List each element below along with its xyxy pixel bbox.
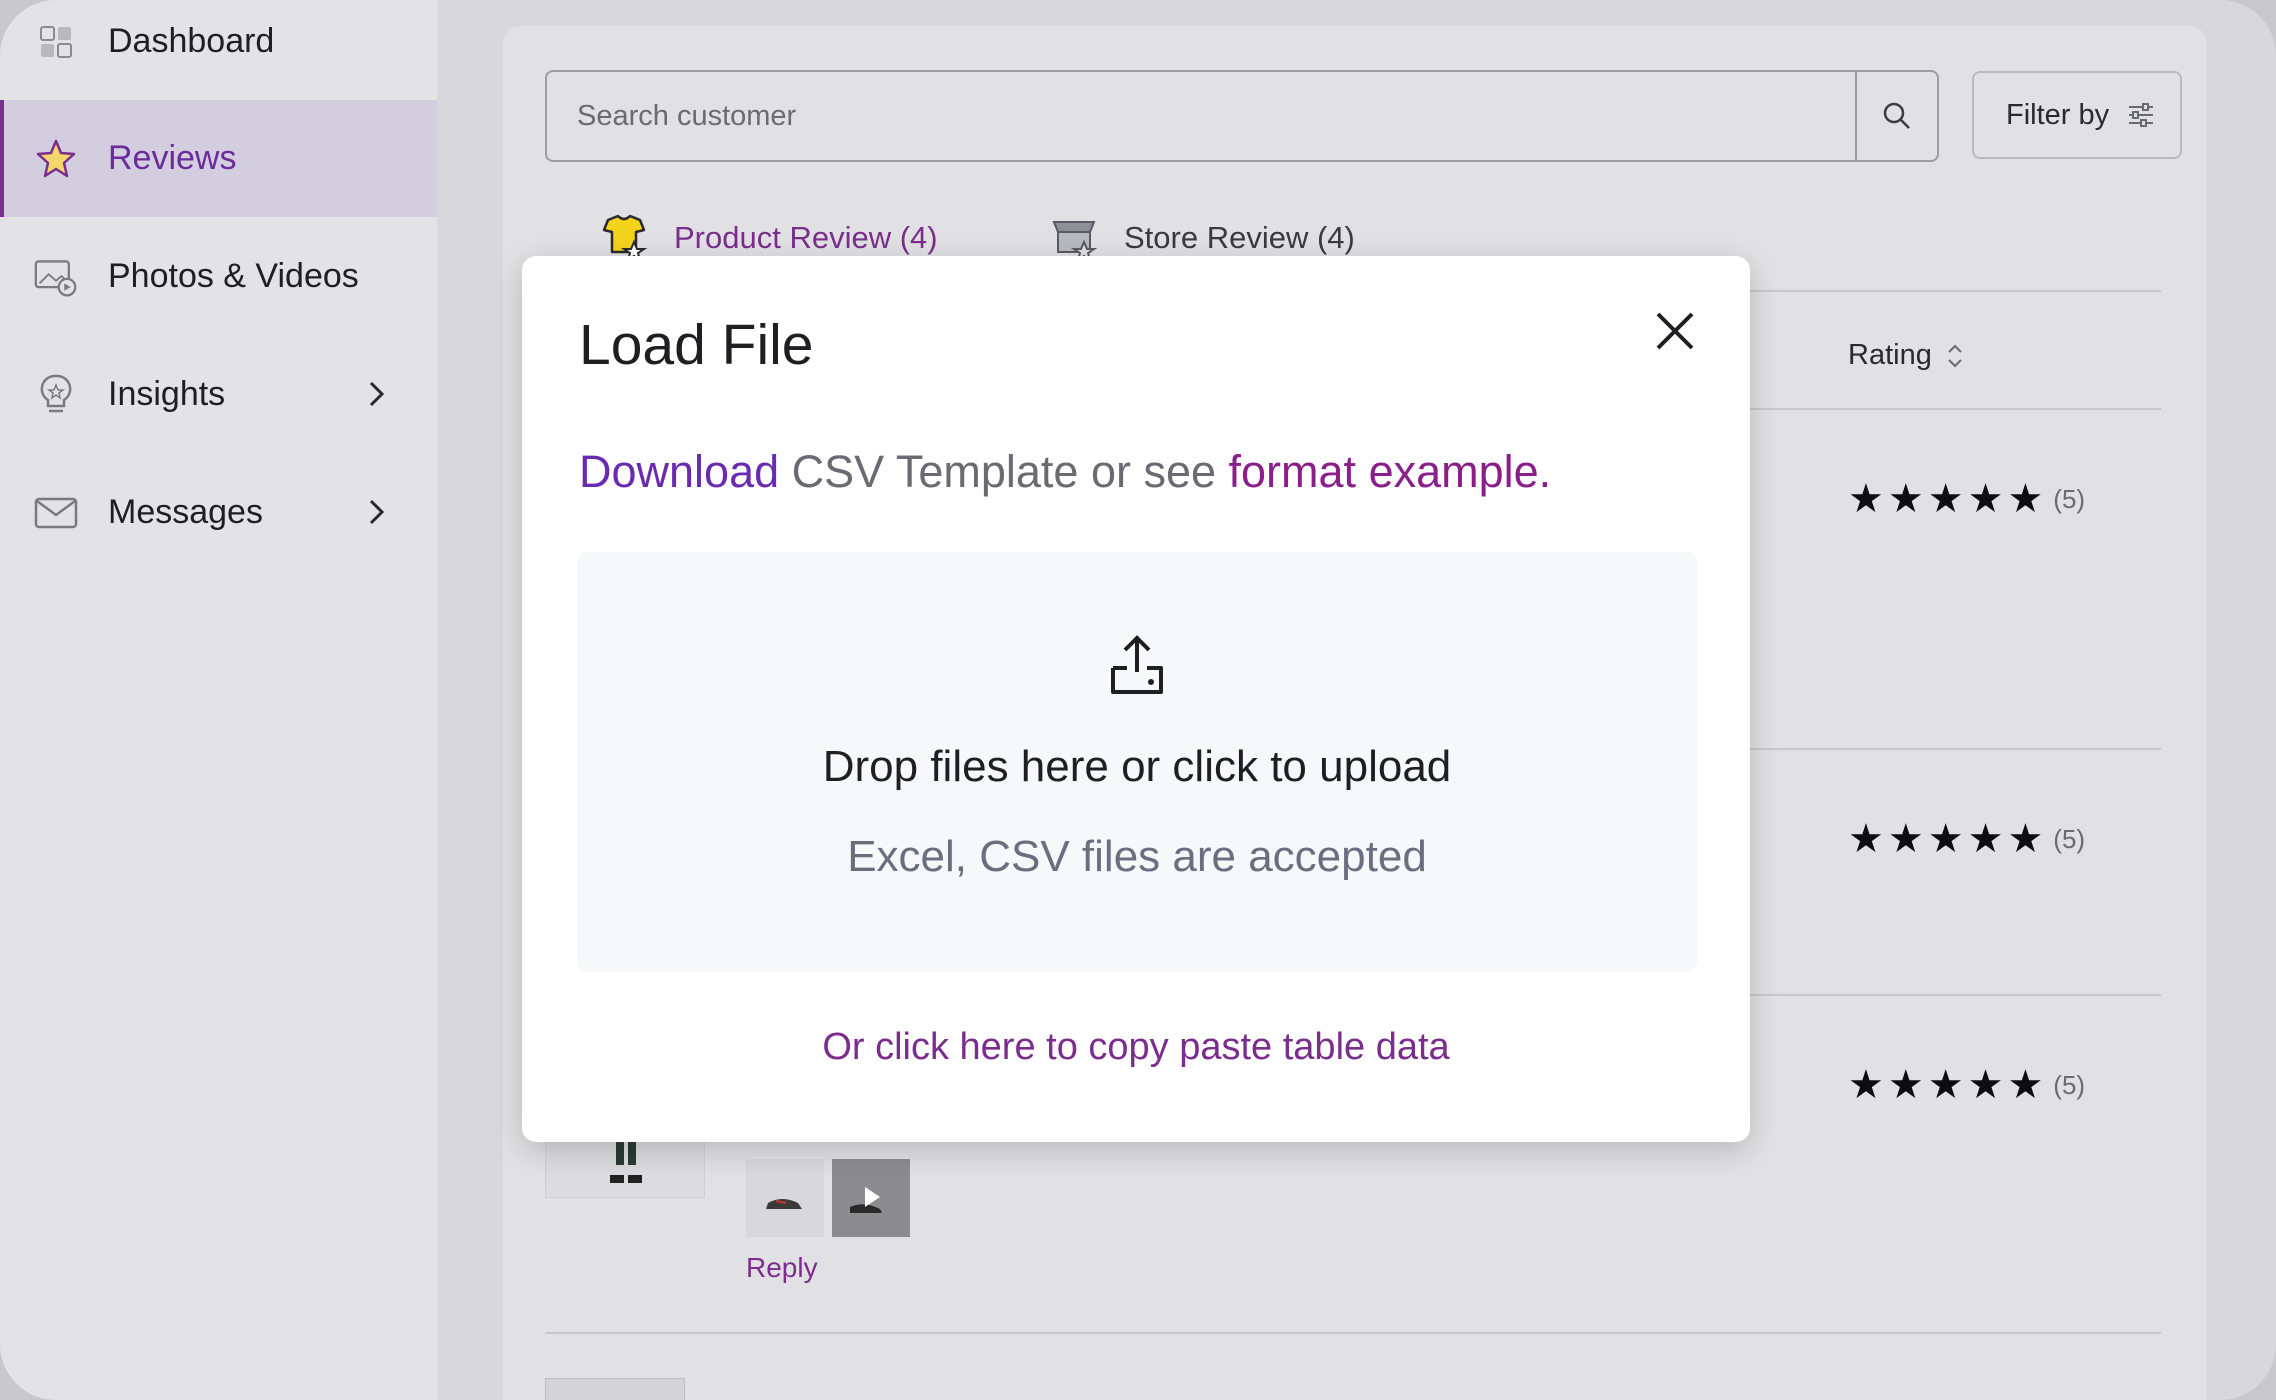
sidebar: Dashboard Reviews Photos & Videos Insigh…	[0, 0, 437, 1400]
stars-glyphs: ★★★★★	[1848, 817, 2048, 861]
sidebar-item-reviews[interactable]: Reviews	[0, 100, 437, 217]
sidebar-item-label: Photos & Videos	[108, 257, 359, 295]
search-placeholder: Search customer	[577, 100, 797, 132]
file-dropzone[interactable]: Drop files here or click to upload Excel…	[577, 552, 1697, 972]
format-example-link[interactable]: format example.	[1229, 446, 1552, 497]
sliders-icon	[2129, 103, 2154, 127]
filter-label: Filter by	[2006, 98, 2110, 131]
search-icon	[1883, 102, 1910, 129]
review-photo-thumbnail[interactable]	[746, 1159, 824, 1237]
sidebar-item-photos-videos[interactable]: Photos & Videos	[0, 218, 437, 335]
sidebar-item-label: Reviews	[108, 139, 237, 177]
lightbulb-icon	[34, 373, 78, 417]
sidebar-item-dashboard[interactable]: Dashboard	[0, 0, 437, 100]
modal-title: Load File	[579, 313, 814, 377]
dropzone-title: Drop files here or click to upload	[822, 742, 1452, 791]
close-icon[interactable]	[1652, 308, 1698, 354]
upload-icon	[1111, 635, 1163, 694]
tab-label: Product Review (4)	[674, 220, 938, 255]
dashboard-icon	[34, 20, 78, 64]
filter-button[interactable]: Filter by	[1972, 71, 2182, 159]
download-middle-text: CSV Template or see	[779, 446, 1229, 497]
download-template-link[interactable]: Download	[579, 446, 779, 497]
sidebar-item-label: Dashboard	[108, 22, 275, 60]
rating-stars: ★★★★★ (5)	[1848, 1062, 2085, 1108]
rating-stars: ★★★★★ (5)	[1848, 816, 2085, 862]
product-image[interactable]	[545, 1378, 685, 1400]
column-label: Rating	[1848, 339, 1932, 371]
stars-glyphs: ★★★★★	[1848, 1063, 2048, 1107]
download-instructions: Download CSV Template or see format exam…	[579, 446, 1551, 498]
review-video-thumbnail[interactable]	[832, 1159, 910, 1237]
row-divider	[545, 1332, 2161, 1334]
rating-stars: ★★★★★ (5)	[1848, 476, 2085, 522]
search-button[interactable]	[1855, 72, 1937, 160]
copy-paste-table-link[interactable]: Or click here to copy paste table data	[522, 1026, 1750, 1069]
photo-video-icon	[34, 255, 78, 299]
app-window: Dashboard Reviews Photos & Videos Insigh…	[0, 0, 2276, 1400]
tab-label: Store Review (4)	[1124, 220, 1355, 255]
envelope-icon	[34, 491, 78, 535]
load-file-modal: Load File Download CSV Template or see f…	[522, 256, 1750, 1142]
sidebar-item-messages[interactable]: Messages	[0, 454, 437, 571]
reply-link[interactable]: Reply	[746, 1252, 818, 1284]
chevron-right-icon	[369, 499, 385, 525]
rating-column-header[interactable]: Rating	[1848, 339, 1964, 372]
sidebar-item-label: Insights	[108, 375, 226, 413]
star-icon	[34, 137, 78, 181]
rating-count: (5)	[2053, 1069, 2086, 1100]
sidebar-item-label: Messages	[108, 493, 263, 531]
rating-count: (5)	[2053, 483, 2086, 514]
sidebar-item-insights[interactable]: Insights	[0, 336, 437, 453]
sort-icon	[1948, 344, 1962, 367]
play-icon	[865, 1187, 880, 1207]
search-input[interactable]: Search customer	[545, 70, 1939, 162]
chevron-right-icon	[369, 381, 385, 407]
dropzone-subtitle: Excel, CSV files are accepted	[847, 832, 1427, 881]
rating-count: (5)	[2053, 823, 2086, 854]
stars-glyphs: ★★★★★	[1848, 477, 2048, 521]
